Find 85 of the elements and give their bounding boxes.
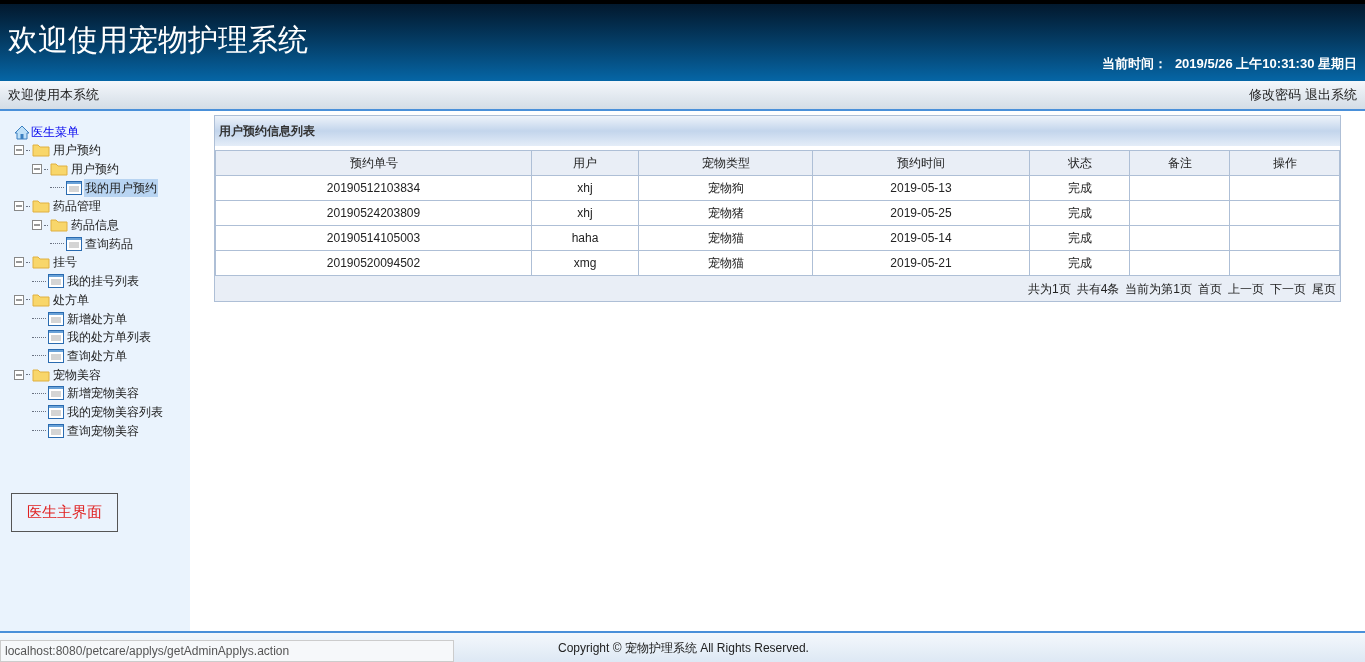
pager-info: 共有4条 xyxy=(1076,280,1120,298)
table-cell: 完成 xyxy=(1029,200,1130,226)
menu-root[interactable]: 医生菜单 xyxy=(31,123,79,141)
tree-item[interactable]: 我的处方单列表 xyxy=(66,328,152,347)
table-cell: 20190524203809 xyxy=(215,200,532,226)
time-label: 当前时间： xyxy=(1101,54,1167,73)
table-cell: 20190520094502 xyxy=(215,250,532,276)
column-header: 宠物类型 xyxy=(638,150,813,176)
table-cell: 20190512103834 xyxy=(215,175,532,201)
copyright-text: Copyright © 宠物护理系统 All Rights Reserved. xyxy=(558,639,809,657)
home-button[interactable]: 医生主界面 xyxy=(11,493,118,532)
tree-item[interactable]: 药品信息 xyxy=(70,216,120,235)
tree-item[interactable]: 处方单 xyxy=(52,290,90,309)
tree-item[interactable]: 挂号 xyxy=(52,253,78,272)
table-cell: 宠物猫 xyxy=(638,250,813,276)
table-cell: 2019-05-25 xyxy=(812,200,1030,226)
column-header: 状态 xyxy=(1029,150,1130,176)
column-header: 用户 xyxy=(531,150,639,176)
collapse-icon[interactable] xyxy=(14,294,24,305)
pager-info: 共为1页 xyxy=(1027,280,1071,298)
collapse-icon[interactable] xyxy=(14,145,24,156)
column-header: 备注 xyxy=(1129,150,1230,176)
tree-item[interactable]: 用户预约 xyxy=(52,141,102,160)
tree-item[interactable]: 用户预约 xyxy=(70,160,120,179)
column-header: 预约单号 xyxy=(215,150,532,176)
tree-item[interactable]: 查询药品 xyxy=(84,234,134,253)
list-icon xyxy=(48,423,64,438)
collapse-icon[interactable] xyxy=(14,201,24,212)
table-cell: 2019-05-13 xyxy=(812,175,1030,201)
folder-icon xyxy=(32,292,50,307)
table-cell: xhj xyxy=(531,200,639,226)
pager-link[interactable]: 尾页 xyxy=(1312,279,1336,298)
collapse-icon[interactable] xyxy=(14,257,24,268)
tree-item[interactable]: 我的挂号列表 xyxy=(66,272,140,291)
tree-item[interactable]: 我的宠物美容列表 xyxy=(66,402,164,421)
list-icon xyxy=(48,330,64,345)
panel-title: 用户预约信息列表 xyxy=(215,116,1340,146)
list-icon xyxy=(48,404,64,419)
table-cell: 2019-05-14 xyxy=(812,225,1030,251)
column-header: 操作 xyxy=(1229,150,1340,176)
table-cell: xhj xyxy=(531,175,639,201)
collapse-icon[interactable] xyxy=(32,164,42,175)
tree-item[interactable]: 查询宠物美容 xyxy=(66,421,140,440)
top-link[interactable]: 修改密码 xyxy=(1249,85,1301,105)
tree-item[interactable]: 新增宠物美容 xyxy=(66,384,140,403)
pager-link[interactable]: 首页 xyxy=(1198,279,1222,298)
tree-item[interactable]: 我的用户预约 xyxy=(84,178,158,197)
table-cell: 完成 xyxy=(1029,250,1130,276)
folder-icon xyxy=(32,143,50,158)
table-cell: 完成 xyxy=(1029,225,1130,251)
column-header: 预约时间 xyxy=(812,150,1030,176)
pager-info: 当前为第1页 xyxy=(1125,280,1192,298)
list-icon xyxy=(48,348,64,363)
table-cell: 20190514105003 xyxy=(215,225,532,251)
collapse-icon[interactable] xyxy=(14,369,24,380)
table-cell: 宠物狗 xyxy=(638,175,813,201)
table-cell: 宠物猪 xyxy=(638,200,813,226)
current-time: 2019/5/26 上午10:31:30 星期日 xyxy=(1174,54,1357,73)
list-icon xyxy=(48,386,64,401)
table-cell: xmg xyxy=(531,250,639,276)
top-link[interactable]: 退出系统 xyxy=(1305,85,1357,105)
folder-icon xyxy=(32,255,50,270)
table-cell: 2019-05-21 xyxy=(812,250,1030,276)
tree-item[interactable]: 查询处方单 xyxy=(66,346,128,365)
table-cell: 完成 xyxy=(1029,175,1130,201)
folder-icon xyxy=(50,162,68,177)
list-icon xyxy=(66,180,82,195)
folder-icon xyxy=(32,199,50,214)
collapse-icon[interactable] xyxy=(32,220,42,231)
status-url: localhost:8080/petcare/applys/getAdminApplys.action xyxy=(0,640,454,662)
tree-item[interactable]: 药品管理 xyxy=(52,197,102,216)
home-icon xyxy=(14,124,30,140)
list-icon xyxy=(66,236,82,251)
system-title: 欢迎使用宠物护理系统 xyxy=(8,22,308,58)
folder-icon xyxy=(50,218,68,233)
pager-link[interactable]: 下一页 xyxy=(1270,279,1306,298)
tree-item[interactable]: 新增处方单 xyxy=(66,309,128,328)
tree-item[interactable]: 宠物美容 xyxy=(52,365,102,384)
list-icon xyxy=(48,274,64,289)
table-cell: 宠物猫 xyxy=(638,225,813,251)
pager-link[interactable]: 上一页 xyxy=(1228,279,1264,298)
folder-icon xyxy=(32,367,50,382)
table-cell: haha xyxy=(531,225,639,251)
list-icon xyxy=(48,311,64,326)
welcome-text: 欢迎使用本系统 xyxy=(8,86,99,105)
